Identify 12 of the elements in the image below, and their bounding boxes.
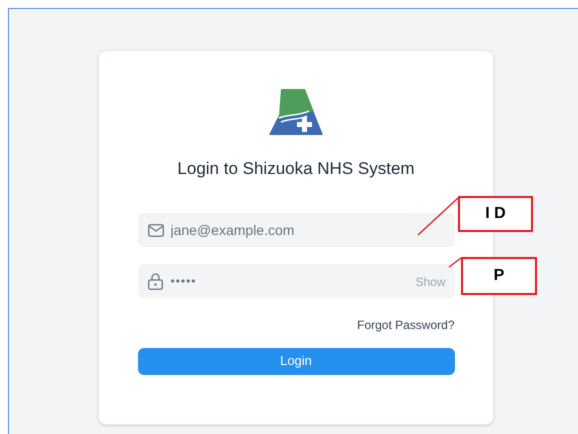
show-password-button[interactable]: Show	[415, 272, 446, 290]
lock-icon	[148, 272, 162, 290]
annotation-label: I D	[458, 196, 533, 232]
mail-icon	[148, 224, 164, 236]
email-field[interactable]: jane@example.com	[138, 212, 454, 246]
logo-icon	[269, 89, 323, 135]
leader-line	[448, 257, 462, 268]
login-button[interactable]: Login	[138, 348, 454, 374]
forgot-password-link[interactable]: Forgot Password?	[357, 316, 454, 334]
annotation-label: P	[461, 257, 537, 295]
login-title: Login to Shizuoka NHS System	[177, 158, 415, 180]
leader-line	[417, 197, 459, 236]
